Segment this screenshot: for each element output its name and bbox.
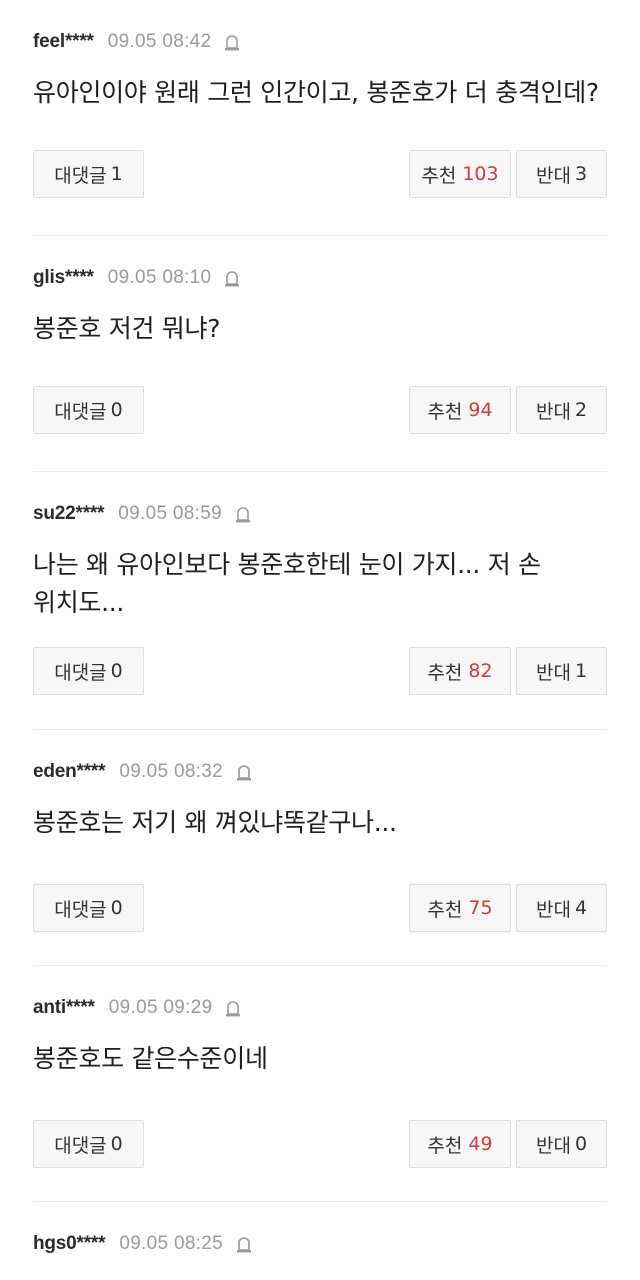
comment-timestamp: 09.05 08:25: [119, 1233, 223, 1254]
comment-list: feel**** 09.05 08:42 유아인이야 원래 그런 인간이고, 봉…: [0, 0, 640, 1280]
report-bell-icon[interactable]: [235, 1234, 253, 1254]
dislike-label: 반대: [535, 164, 571, 187]
like-button[interactable]: 추천 103: [409, 150, 511, 198]
dislike-count: 1: [574, 660, 588, 682]
reply-label: 대댓글: [54, 400, 107, 423]
reply-label: 대댓글: [54, 661, 107, 684]
dislike-label: 반대: [535, 1134, 571, 1157]
comment-text: 봉준호 저건 뭐냐?: [33, 314, 221, 343]
comment-actions: 대댓글 0 추천 82 반대 1: [33, 647, 607, 697]
comment-meta: feel**** 09.05 08:42: [33, 30, 241, 54]
like-label: 추천: [421, 164, 457, 187]
like-count: 82: [468, 660, 493, 682]
reply-button[interactable]: 대댓글 1: [33, 150, 144, 198]
comment-username: glis****: [33, 267, 94, 288]
like-button[interactable]: 추천 82: [409, 647, 511, 695]
comment-username: anti****: [33, 997, 95, 1018]
dislike-count: 0: [574, 1133, 588, 1155]
like-count: 94: [468, 399, 493, 421]
comment-item: eden**** 09.05 08:32 봉준호는 저기 왜 껴있냐똑같구나..…: [0, 730, 640, 966]
dislike-button[interactable]: 반대 0: [516, 1120, 607, 1168]
dislike-label: 반대: [535, 898, 571, 921]
comment-timestamp: 09.05 08:32: [119, 761, 223, 782]
dislike-button[interactable]: 반대 3: [516, 150, 607, 198]
comment-text: 나는 왜 유아인보다 봉준호한테 눈이 가지... 저 손 위치도...: [33, 550, 541, 617]
reply-button[interactable]: 대댓글 0: [33, 647, 144, 695]
comment-item: hgs0**** 09.05 08:25: [0, 1202, 640, 1280]
dislike-button[interactable]: 반대 1: [516, 647, 607, 695]
reply-label: 대댓글: [54, 1134, 107, 1157]
reply-count: 1: [110, 163, 123, 185]
comment-item: su22**** 09.05 08:59 나는 왜 유아인보다 봉준호한테 눈이…: [0, 472, 640, 730]
comment-timestamp: 09.05 08:59: [118, 503, 222, 524]
like-count: 49: [468, 1133, 493, 1155]
like-button[interactable]: 추천 94: [409, 386, 511, 434]
report-bell-icon[interactable]: [235, 762, 253, 782]
like-label: 추천: [427, 400, 463, 423]
comment-text: 유아인이야 원래 그런 인간이고, 봉준호가 더 충격인데?: [33, 78, 599, 107]
dislike-button[interactable]: 반대 4: [516, 884, 607, 932]
comment-username: feel****: [33, 31, 94, 52]
comment-text: 봉준호도 같은수준이네: [33, 1044, 268, 1073]
reply-count: 0: [110, 399, 123, 421]
comment-meta: eden**** 09.05 08:32: [33, 760, 253, 784]
dislike-count: 2: [574, 399, 588, 421]
comment-username: eden****: [33, 761, 106, 782]
like-label: 추천: [427, 1134, 463, 1157]
reply-label: 대댓글: [54, 164, 107, 187]
reply-button[interactable]: 대댓글 0: [33, 1120, 144, 1168]
comment-text: 봉준호는 저기 왜 껴있냐똑같구나...: [33, 808, 397, 837]
reply-button[interactable]: 대댓글 0: [33, 884, 144, 932]
comment-timestamp: 09.05 08:10: [107, 267, 212, 288]
comment-meta: hgs0**** 09.05 08:25: [33, 1232, 253, 1256]
comment-meta: su22**** 09.05 08:59: [33, 502, 252, 526]
comment-actions: 대댓글 1 추천 103 반대 3: [33, 150, 607, 200]
comment-actions: 대댓글 0 추천 49 반대 0: [33, 1120, 607, 1170]
report-bell-icon[interactable]: [224, 998, 242, 1018]
dislike-count: 3: [574, 163, 588, 185]
comment-username: su22****: [33, 503, 105, 524]
dislike-label: 반대: [535, 661, 571, 684]
like-count: 103: [462, 163, 499, 185]
dislike-button[interactable]: 반대 2: [516, 386, 607, 434]
comment-item: feel**** 09.05 08:42 유아인이야 원래 그런 인간이고, 봉…: [0, 0, 640, 236]
comment-username: hgs0****: [33, 1233, 106, 1254]
reply-label: 대댓글: [54, 898, 107, 921]
comment-meta: anti**** 09.05 09:29: [33, 996, 242, 1020]
comment-timestamp: 09.05 08:42: [107, 31, 212, 52]
report-bell-icon[interactable]: [223, 268, 241, 288]
comment-actions: 대댓글 0 추천 75 반대 4: [33, 884, 607, 934]
like-label: 추천: [427, 898, 463, 921]
reply-count: 0: [110, 660, 123, 682]
like-label: 추천: [427, 661, 463, 684]
comment-item: anti**** 09.05 09:29 봉준호도 같은수준이네 대댓글 0 추천…: [0, 966, 640, 1202]
report-bell-icon[interactable]: [223, 32, 241, 52]
reply-button[interactable]: 대댓글 0: [33, 386, 144, 434]
report-bell-icon[interactable]: [234, 504, 252, 524]
comment-actions: 대댓글 0 추천 94 반대 2: [33, 386, 607, 436]
like-button[interactable]: 추천 49: [409, 1120, 511, 1168]
like-count: 75: [468, 897, 493, 919]
dislike-label: 반대: [535, 400, 571, 423]
dislike-count: 4: [574, 897, 588, 919]
like-button[interactable]: 추천 75: [409, 884, 511, 932]
reply-count: 0: [110, 1133, 123, 1155]
comment-timestamp: 09.05 09:29: [108, 997, 213, 1018]
comment-item: glis**** 09.05 08:10 봉준호 저건 뭐냐? 대댓글 0 추천 9…: [0, 236, 640, 472]
comment-meta: glis**** 09.05 08:10: [33, 266, 241, 290]
reply-count: 0: [110, 897, 123, 919]
